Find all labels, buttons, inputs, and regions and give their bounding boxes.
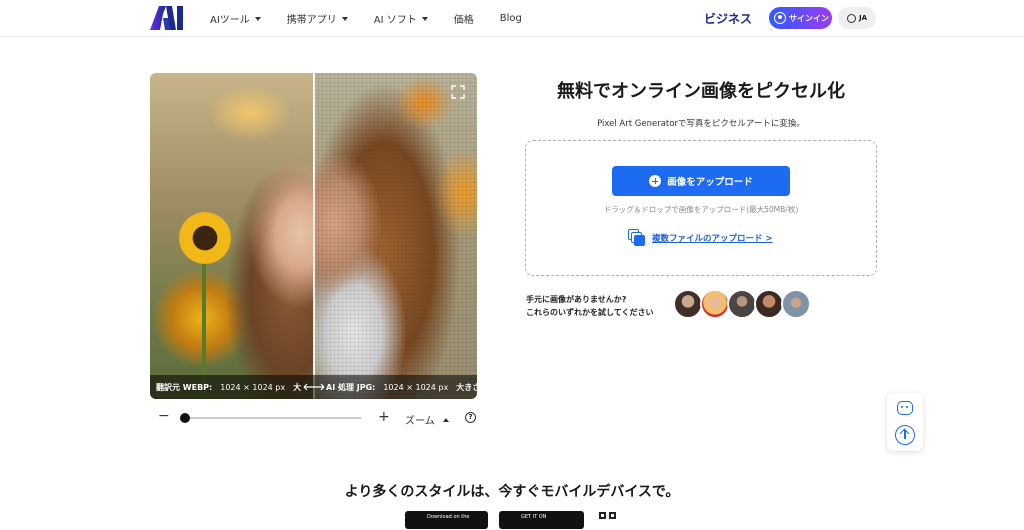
signin-button[interactable]: サインイン <box>769 7 832 29</box>
sample-prompt-line1: 手元に画像がありませんか? <box>526 295 627 304</box>
business-link[interactable]: ビジネス <box>704 10 752 27</box>
drop-hint: ドラッグ＆ドロップで画像をアップロード(最大50MB/枚) <box>603 205 799 214</box>
swap-arrows-icon <box>303 383 325 391</box>
page-subtitle: Pixel Art Generatorで写真をピクセルアートに変換。 <box>597 119 805 129</box>
chevron-up-icon <box>442 417 449 422</box>
signin-label: サインイン <box>789 13 829 23</box>
original-format-label: 翻訳元 WEBP: <box>156 382 213 392</box>
sample-images <box>673 289 811 319</box>
zoom-label: ズーム <box>405 416 435 427</box>
nav-label: AIツール <box>210 15 250 26</box>
original-caption: 翻訳元 WEBP: 1024 × 1024 px 大 <box>156 375 301 399</box>
google-play-badge[interactable]: GET IT ON <box>499 511 584 529</box>
qr-code-icon[interactable] <box>599 512 617 530</box>
chevron-down-icon <box>421 16 428 21</box>
app-store-badge[interactable]: Download on the <box>405 511 488 529</box>
page-title: 無料でオンライン画像をピクセル化 <box>557 81 845 102</box>
multi-upload-label: 複数ファイルのアップロード > <box>652 234 773 244</box>
nav-ai-tools[interactable]: AIツール <box>210 11 261 26</box>
pixelated-photo <box>314 73 477 399</box>
nav-label: 携帯アプリ <box>286 15 337 26</box>
help-icon[interactable]: ? <box>465 412 476 423</box>
chevron-down-icon <box>341 16 348 21</box>
result-filesize-label: 大きさ <box>456 382 477 392</box>
zoom-controls: − + ズーム ? <box>150 408 477 428</box>
sunflower <box>175 208 235 268</box>
ai-logo[interactable] <box>150 6 184 30</box>
sample-image-3[interactable] <box>727 289 757 319</box>
multiple-files-icon <box>628 229 646 247</box>
floating-toolbar <box>887 393 923 451</box>
sample-image-5[interactable] <box>781 289 811 319</box>
language-selector[interactable]: JA <box>838 7 876 29</box>
chatbot-icon[interactable] <box>897 401 913 415</box>
sample-image-2[interactable] <box>700 289 730 319</box>
language-label: JA <box>858 14 868 22</box>
nav-label: AI ソフト <box>373 15 417 26</box>
main-nav: AIツール 携帯アプリ AI ソフト 価格 Blog <box>210 0 522 37</box>
upload-dropzone[interactable]: 画像をアップロード ドラッグ＆ドロップで画像をアップロード(最大50MB/枚) … <box>525 140 877 276</box>
nav-ai-software[interactable]: AI ソフト <box>374 11 428 26</box>
original-photo <box>150 73 314 399</box>
result-caption: AI 処理 JPG: 1024 × 1024 px 大きさ <box>326 375 477 399</box>
nav-label: Blog <box>499 13 522 24</box>
original-size: 1024 × 1024 px <box>220 382 286 392</box>
upload-button-label: 画像をアップロード <box>667 177 753 188</box>
zoom-out-button[interactable]: − <box>158 408 170 424</box>
result-format-label: AI 処理 JPG: <box>326 382 376 392</box>
nav-mobile-apps[interactable]: 携帯アプリ <box>287 11 348 26</box>
nav-label: 価格 <box>453 15 474 26</box>
nav-pricing[interactable]: 価格 <box>454 11 474 26</box>
globe-icon <box>846 13 856 23</box>
zoom-in-button[interactable]: + <box>378 409 390 425</box>
plus-circle-icon <box>649 175 662 187</box>
mobile-section-title: より多くのスタイルは、今すぐモバイルデバイスで。 <box>344 484 680 500</box>
sample-prompt: 手元に画像がありませんか? これらのいずれかを試してください <box>526 293 654 319</box>
chevron-down-icon <box>254 16 261 21</box>
compare-caption-bar: 翻訳元 WEBP: 1024 × 1024 px 大 AI 処理 JPG: 10… <box>150 375 477 399</box>
multi-upload-link[interactable]: 複数ファイルのアップロード > <box>628 229 773 247</box>
zoom-toggle[interactable]: ズーム <box>405 412 449 427</box>
nav-blog[interactable]: Blog <box>500 13 522 24</box>
compare-divider-handle[interactable] <box>313 73 315 399</box>
zoom-slider-thumb[interactable] <box>180 413 190 423</box>
sample-image-1[interactable] <box>673 289 703 319</box>
zoom-slider-track[interactable] <box>185 417 361 419</box>
user-icon <box>774 12 786 24</box>
fullscreen-icon[interactable] <box>451 85 465 99</box>
sample-prompt-line2: これらのいずれかを試してください <box>526 308 654 317</box>
back-to-top-icon[interactable] <box>895 425 915 445</box>
result-size: 1024 × 1024 px <box>383 382 449 392</box>
upload-image-button[interactable]: 画像をアップロード <box>612 166 790 196</box>
top-header: AIツール 携帯アプリ AI ソフト 価格 Blog ビジネス サインイン JA <box>0 0 1024 37</box>
sample-image-4[interactable] <box>754 289 784 319</box>
before-after-compare[interactable]: 翻訳元 WEBP: 1024 × 1024 px 大 AI 処理 JPG: 10… <box>150 73 477 399</box>
original-filesize-label: 大 <box>293 382 302 392</box>
